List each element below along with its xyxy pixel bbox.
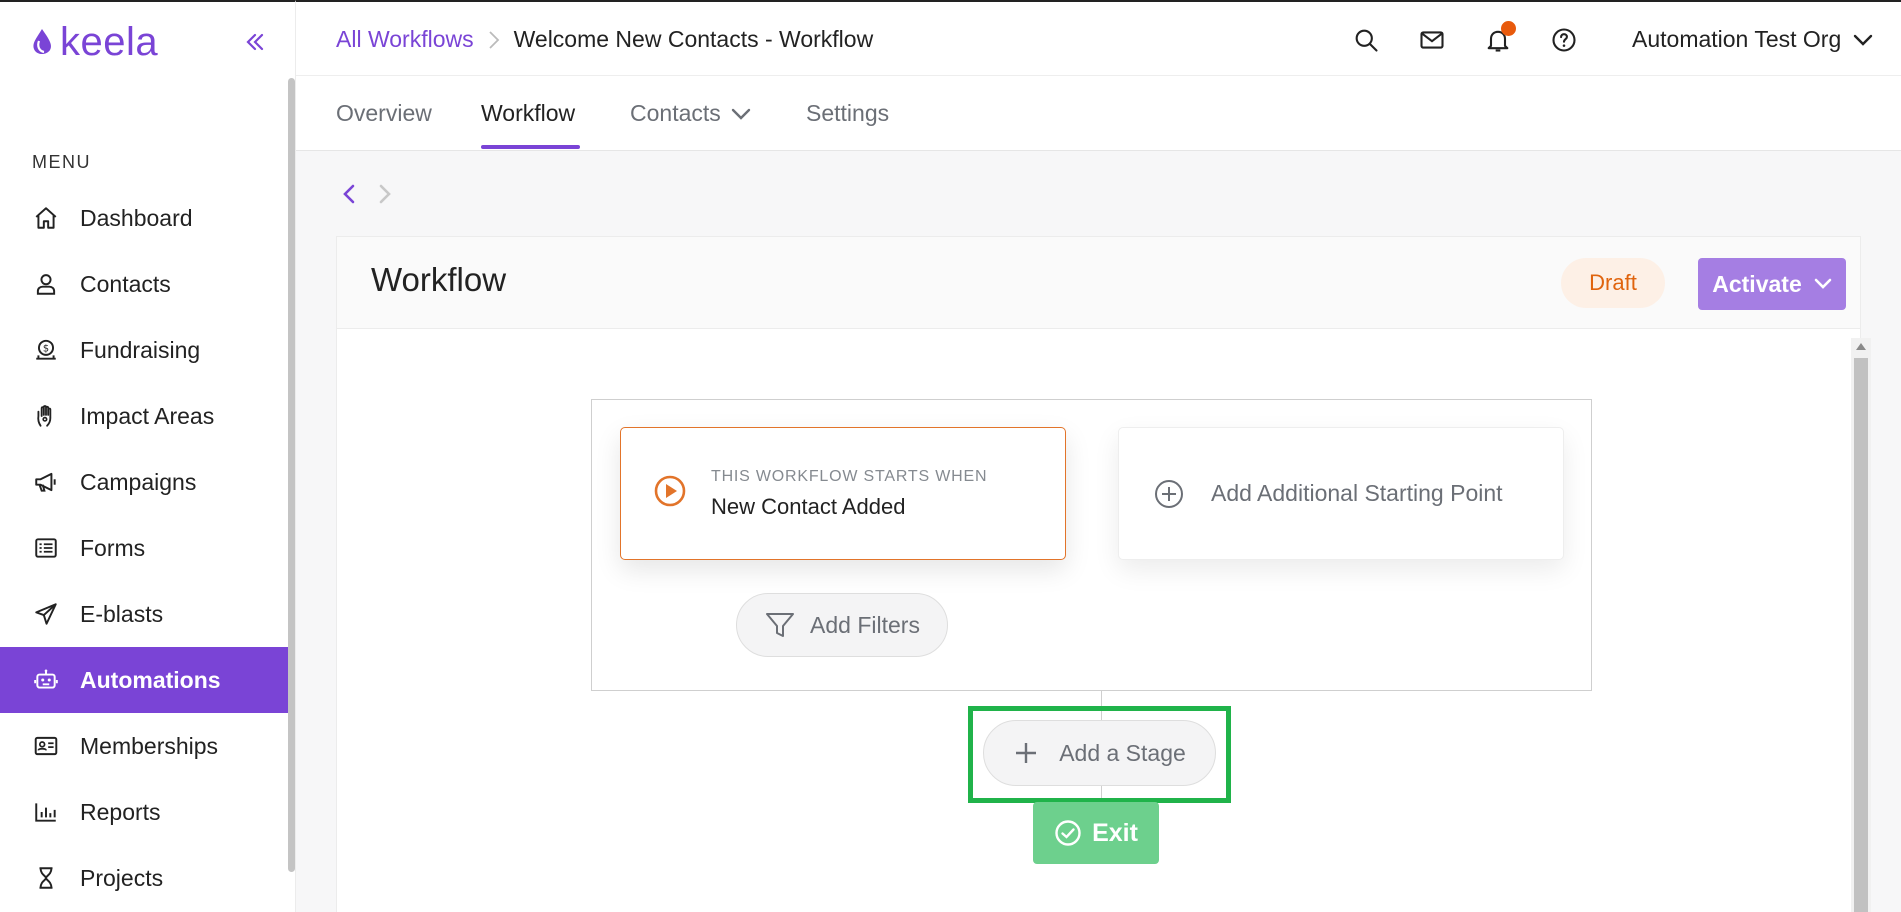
add-filters-label: Add Filters	[810, 611, 920, 638]
home-icon	[32, 204, 60, 232]
tab-workflow[interactable]: Workflow	[481, 100, 575, 127]
sidebar-item-e-blasts[interactable]: E-blasts	[0, 581, 288, 647]
hand-icon	[32, 402, 60, 430]
sidebar-item-contacts[interactable]: Contacts	[0, 251, 288, 317]
donation-icon: $	[32, 336, 60, 364]
sidebar-item-label: Automations	[80, 666, 221, 693]
breadcrumb: All Workflows Welcome New Contacts - Wor…	[336, 26, 873, 53]
starting-points-container: THIS WORKFLOW STARTS WHEN New Contact Ad…	[591, 399, 1592, 691]
plus-icon	[1013, 740, 1039, 766]
sidebar-scrollbar[interactable]	[288, 78, 295, 872]
forward-arrow-icon[interactable]	[376, 181, 394, 207]
back-arrow-icon[interactable]	[340, 181, 358, 207]
robot-icon	[32, 666, 60, 694]
chevron-down-icon	[1814, 278, 1832, 290]
add-filters-button[interactable]: Add Filters	[736, 593, 948, 657]
canvas-scrollbar[interactable]	[1851, 338, 1871, 912]
panel-header: Workflow Draft Activate	[337, 237, 1860, 329]
add-stage-label: Add a Stage	[1059, 739, 1186, 766]
sidebar-item-projects[interactable]: Projects	[0, 845, 288, 911]
sidebar-item-forms[interactable]: Forms	[0, 515, 288, 581]
sidebar-item-label: Reports	[80, 798, 161, 825]
menu-label: MENU	[32, 152, 91, 172]
main-content: Workflow Draft Activate THIS WORKFLOW ST…	[296, 151, 1901, 912]
logo-text: keela	[60, 20, 159, 64]
top-bar: All Workflows Welcome New Contacts - Wor…	[296, 0, 1901, 76]
sidebar-item-label: Projects	[80, 864, 164, 891]
plus-circle-icon	[1153, 478, 1185, 510]
add-starting-point-button[interactable]: Add Additional Starting Point	[1118, 427, 1564, 560]
status-badge: Draft	[1561, 258, 1665, 308]
tab-contacts[interactable]: Contacts	[630, 100, 751, 127]
sidebar: keela MENU Dashboard Contacts $ Fundrais…	[0, 0, 296, 912]
sidebar-item-dashboard[interactable]: Dashboard	[0, 185, 288, 251]
keela-drop-icon	[30, 27, 54, 57]
sidebar-item-memberships[interactable]: Memberships	[0, 713, 288, 779]
sidebar-item-label: Forms	[80, 534, 146, 561]
exit-node[interactable]: Exit	[1033, 802, 1159, 864]
notification-dot	[1501, 21, 1516, 36]
trigger-subtitle: THIS WORKFLOW STARTS WHEN	[711, 468, 988, 485]
sidebar-item-impact-areas[interactable]: Impact Areas	[0, 383, 288, 449]
sidebar-item-automations[interactable]: Automations	[0, 647, 288, 713]
tab-settings[interactable]: Settings	[806, 100, 889, 127]
org-name: Automation Test Org	[1632, 26, 1842, 52]
filter-icon	[764, 609, 796, 641]
chevron-right-icon	[488, 30, 500, 50]
trigger-title: New Contact Added	[711, 494, 906, 519]
sidebar-item-reports[interactable]: Reports	[0, 779, 288, 845]
add-starting-point-label: Add Additional Starting Point	[1211, 480, 1503, 506]
sidebar-item-campaigns[interactable]: Campaigns	[0, 449, 288, 515]
megaphone-icon	[32, 468, 60, 496]
sidebar-item-label: Contacts	[80, 270, 171, 297]
sidebar-item-fundraising[interactable]: $ Fundraising	[0, 317, 288, 383]
id-card-icon	[32, 732, 60, 760]
panel-title: Workflow	[371, 261, 507, 298]
activate-label: Activate	[1712, 270, 1802, 297]
org-switcher[interactable]: Automation Test Org	[1632, 26, 1873, 53]
chevron-down-icon	[1853, 33, 1873, 47]
scroll-up-arrow-icon[interactable]	[1856, 343, 1866, 350]
history-nav	[340, 181, 394, 207]
active-tab-indicator	[481, 145, 580, 149]
sidebar-nav: Dashboard Contacts $ Fundraising Impact …	[0, 185, 288, 911]
tab-overview[interactable]: Overview	[336, 100, 432, 127]
collapse-sidebar-icon[interactable]	[243, 30, 267, 54]
sidebar-item-label: Impact Areas	[80, 402, 215, 429]
breadcrumb-all-workflows[interactable]: All Workflows	[336, 26, 474, 53]
mail-icon[interactable]	[1418, 26, 1446, 54]
play-circle-icon	[653, 474, 687, 508]
chevron-down-icon	[731, 107, 751, 121]
check-circle-icon	[1054, 819, 1082, 847]
user-icon	[32, 270, 60, 298]
hourglass-icon	[32, 864, 60, 892]
sidebar-item-label: E-blasts	[80, 600, 164, 627]
exit-label: Exit	[1092, 818, 1138, 847]
bar-chart-icon	[32, 798, 60, 826]
search-icon[interactable]	[1352, 26, 1380, 54]
bell-icon[interactable]	[1484, 21, 1516, 54]
workflow-tabs: Overview Workflow Contacts Settings	[296, 76, 1901, 151]
workflow-panel: Workflow Draft Activate THIS WORKFLOW ST…	[336, 236, 1871, 912]
top-icons	[1352, 21, 1578, 54]
sidebar-item-label: Fundraising	[80, 336, 201, 363]
sidebar-item-label: Memberships	[80, 732, 219, 759]
form-icon	[32, 534, 60, 562]
sidebar-item-label: Dashboard	[80, 204, 193, 231]
paper-plane-icon	[32, 600, 60, 628]
scrollbar-thumb[interactable]	[1854, 358, 1868, 912]
trigger-card[interactable]: THIS WORKFLOW STARTS WHEN New Contact Ad…	[620, 427, 1066, 560]
keela-logo[interactable]: keela	[30, 22, 158, 62]
breadcrumb-current: Welcome New Contacts - Workflow	[513, 26, 874, 52]
help-icon[interactable]	[1550, 26, 1578, 54]
sidebar-item-label: Campaigns	[80, 468, 197, 495]
activate-button[interactable]: Activate	[1698, 258, 1846, 310]
svg-text:$: $	[43, 344, 49, 355]
add-stage-button[interactable]: Add a Stage	[983, 720, 1216, 786]
